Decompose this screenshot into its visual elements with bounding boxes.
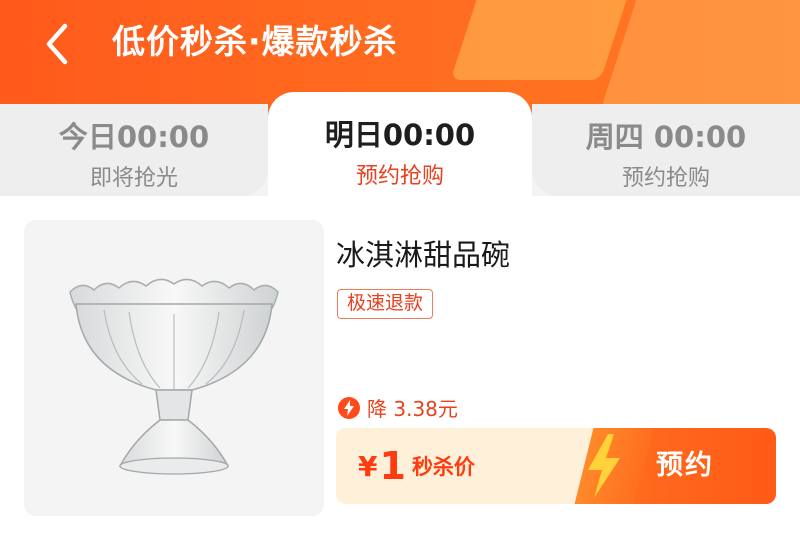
tab-today[interactable]: 今日00:00 即将抢光 xyxy=(0,104,268,196)
lightning-icon xyxy=(338,396,360,419)
fast-refund-badge: 极速退款 xyxy=(337,289,434,319)
tab-status: 预约抢购 xyxy=(621,166,710,191)
lightning-deco-icon xyxy=(588,434,620,498)
page-title: 低价秒杀·爆款秒杀 xyxy=(112,22,398,61)
tab-thursday[interactable]: 周四 00:00 预约抢购 xyxy=(532,104,800,196)
header-decoration xyxy=(450,0,640,80)
product-image[interactable] xyxy=(24,220,324,516)
tab-time: 明日00:00 xyxy=(324,118,476,152)
tab-time: 今日00:00 xyxy=(58,120,210,154)
product-card: 冰淇淋甜品碗 极速退款 降 3.38元 ¥ 1 秒杀价 预约 xyxy=(0,196,800,537)
tab-time: 周四 00:00 xyxy=(585,120,747,154)
chevron-left-icon xyxy=(46,23,68,65)
tab-status: 即将抢光 xyxy=(89,166,178,191)
time-tabs: 今日00:00 即将抢光 明日00:00 预约抢购 周四 00:00 预约抢购 xyxy=(0,92,800,196)
reserve-button[interactable]: 预约 xyxy=(656,428,714,504)
discount-text: 降 3.38元 xyxy=(367,397,458,421)
tab-status: 预约抢购 xyxy=(355,164,444,189)
glass-bowl-image xyxy=(69,278,279,475)
price-value: 1 xyxy=(379,444,406,488)
seckill-price: ¥ 1 秒杀价 xyxy=(358,428,475,504)
currency-symbol: ¥ xyxy=(358,449,378,483)
reserve-bar[interactable]: ¥ 1 秒杀价 预约 xyxy=(336,428,776,504)
product-title[interactable]: 冰淇淋甜品碗 xyxy=(336,232,510,274)
back-button[interactable] xyxy=(36,20,80,68)
price-label: 秒杀价 xyxy=(411,455,475,479)
tab-tomorrow[interactable]: 明日00:00 预约抢购 xyxy=(268,92,532,196)
discount-info: 降 3.38元 xyxy=(338,393,458,422)
